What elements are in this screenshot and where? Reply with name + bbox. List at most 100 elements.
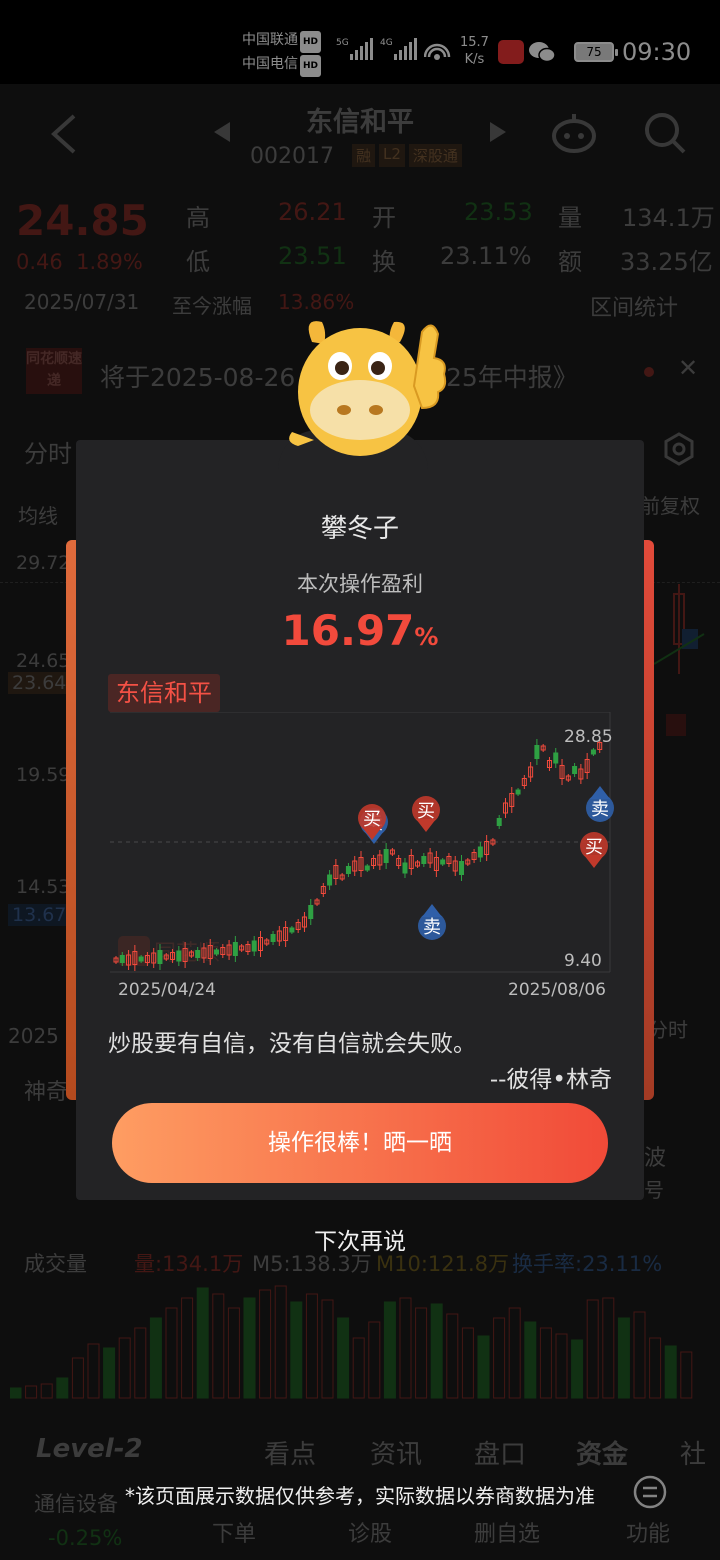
svg-text:买: 买	[363, 809, 381, 830]
diagnose-button[interactable]: 诊股	[348, 1516, 392, 1548]
bg-bo-label: 波	[644, 1146, 667, 1171]
battery-icon: 75	[574, 42, 618, 62]
remove-watchlist-button[interactable]: 删自选	[474, 1516, 540, 1548]
volume-bar	[508, 1307, 521, 1399]
price-axis-5: 14.53	[16, 876, 71, 898]
candle-body	[515, 789, 521, 795]
ths-express-logo: 同花顺速递	[26, 348, 82, 394]
volume-bar	[243, 1297, 256, 1399]
volume-bar	[149, 1317, 162, 1399]
volume-bar	[25, 1385, 38, 1399]
buy-marker: 买	[358, 804, 386, 840]
volume-bar	[212, 1293, 225, 1399]
buy-marker: 买	[580, 832, 608, 868]
range-stats-link[interactable]: 区间统计	[590, 290, 678, 322]
signal-4g-icon: 4G	[380, 38, 417, 60]
badge-l2: L2	[379, 144, 405, 167]
volume-bar	[446, 1313, 459, 1399]
volume-bar	[337, 1317, 350, 1399]
volume-bar	[71, 1357, 84, 1399]
volume-bar	[461, 1327, 474, 1399]
candle-body	[553, 752, 559, 764]
date-start: 2025/04/24	[118, 980, 216, 1000]
volume-bar	[555, 1333, 568, 1399]
app-notification-icon	[498, 40, 524, 64]
tab-she[interactable]: 社	[680, 1434, 706, 1471]
settings-icon[interactable]	[662, 432, 696, 466]
trade-kline-chart: 同花顺 卖买买卖卖买 28.85 9.40	[110, 712, 614, 973]
clock: 09:30	[622, 38, 692, 66]
notice-close-icon[interactable]: ✕	[678, 354, 698, 382]
volume-bar	[87, 1343, 100, 1399]
later-button[interactable]: 下次再说	[0, 1222, 720, 1256]
volume-bar	[617, 1317, 630, 1399]
amount-label: 额	[558, 248, 582, 276]
candle-body	[572, 766, 578, 774]
notice-text-left[interactable]: 将于2025-08-26	[100, 358, 295, 394]
adjust-label[interactable]: 前复权	[640, 490, 700, 519]
disclaimer: *该页面展示数据仅供参考，实际数据以券商数据为准	[125, 1484, 595, 1508]
svg-text:买: 买	[585, 837, 603, 858]
tab-fenshi[interactable]: 分时	[24, 434, 72, 469]
since-label: 至今涨幅	[172, 294, 252, 318]
tab-level2[interactable]: Level-2	[36, 1434, 143, 1464]
volume-bar	[383, 1301, 396, 1399]
svg-text:卖: 卖	[423, 917, 441, 938]
high-label: 高	[186, 204, 210, 232]
turnover-value: 23.11%	[440, 242, 532, 270]
candle-body	[496, 818, 502, 826]
price-axis-2: 24.65	[16, 650, 71, 672]
tab-zixun[interactable]: 资讯	[370, 1434, 422, 1471]
candle-body	[157, 950, 163, 964]
candle-body	[251, 940, 257, 952]
volume-bar	[56, 1377, 69, 1399]
chart-low-label: 9.40	[564, 951, 602, 971]
quote-date: 2025/07/31	[24, 290, 140, 314]
candle-body	[459, 861, 465, 875]
volume-bar	[290, 1301, 303, 1399]
notice-dot	[644, 367, 654, 377]
candle-body	[138, 956, 144, 962]
tab-kandian[interactable]: 看点	[264, 1434, 316, 1471]
price-axis-3: 23.64	[8, 672, 71, 694]
tab-zijin[interactable]: 资金	[576, 1434, 628, 1471]
volume-bar	[118, 1337, 131, 1399]
bg-fenshi-button[interactable]: 分时	[648, 1014, 688, 1043]
bg-shenqi-label[interactable]: 神奇	[24, 1074, 68, 1106]
functions-button[interactable]: 功能	[626, 1516, 670, 1548]
svg-text:买: 买	[417, 801, 435, 822]
volume-bar	[134, 1327, 147, 1399]
profit-value: 16.97%	[281, 606, 439, 655]
tab-pankou[interactable]: 盘口	[474, 1434, 526, 1471]
search-icon[interactable]	[642, 110, 688, 156]
next-stock-icon[interactable]	[488, 120, 508, 144]
volume-bar	[40, 1383, 53, 1399]
ma-dropdown[interactable]: 均线	[18, 500, 58, 529]
profit-share-dialog: 攀冬子 本次操作盈利 16.97% 东信和平 同花顺 卖买买卖卖买 28.85 …	[76, 440, 644, 1200]
stock-name-tag: 东信和平	[108, 674, 220, 712]
wechat-icon	[529, 42, 556, 63]
price-change: 0.46 1.89%	[16, 250, 143, 274]
volume-label: 量	[558, 204, 582, 232]
volume-bar	[196, 1287, 209, 1399]
network-speed: 15.7 K/s	[460, 35, 489, 67]
candle-body	[214, 949, 220, 955]
candle-body	[364, 865, 370, 871]
share-button[interactable]: 操作很棒！晒一晒	[112, 1103, 608, 1183]
volume-bar	[602, 1297, 615, 1399]
notice-text-right[interactable]: 25年中报》	[446, 358, 578, 394]
robot-icon[interactable]	[550, 110, 598, 154]
volume-bar	[430, 1303, 443, 1399]
bg-date-left: 2025	[8, 1024, 59, 1048]
volume-value: 134.1万	[622, 204, 715, 232]
bg-hao-label: 号	[644, 1178, 664, 1202]
quote-text: 炒股要有自信，没有自信就会失败。	[108, 1031, 476, 1057]
price-axis-4: 19.59	[16, 764, 71, 786]
volume-bar	[321, 1299, 334, 1399]
candle-body	[270, 934, 276, 942]
profit-subtitle: 本次操作盈利	[297, 572, 423, 596]
order-button[interactable]: 下单	[212, 1516, 256, 1548]
badge-rong: 融	[352, 144, 376, 167]
amount-value: 33.25亿	[620, 248, 713, 276]
current-price: 24.85	[16, 196, 149, 245]
